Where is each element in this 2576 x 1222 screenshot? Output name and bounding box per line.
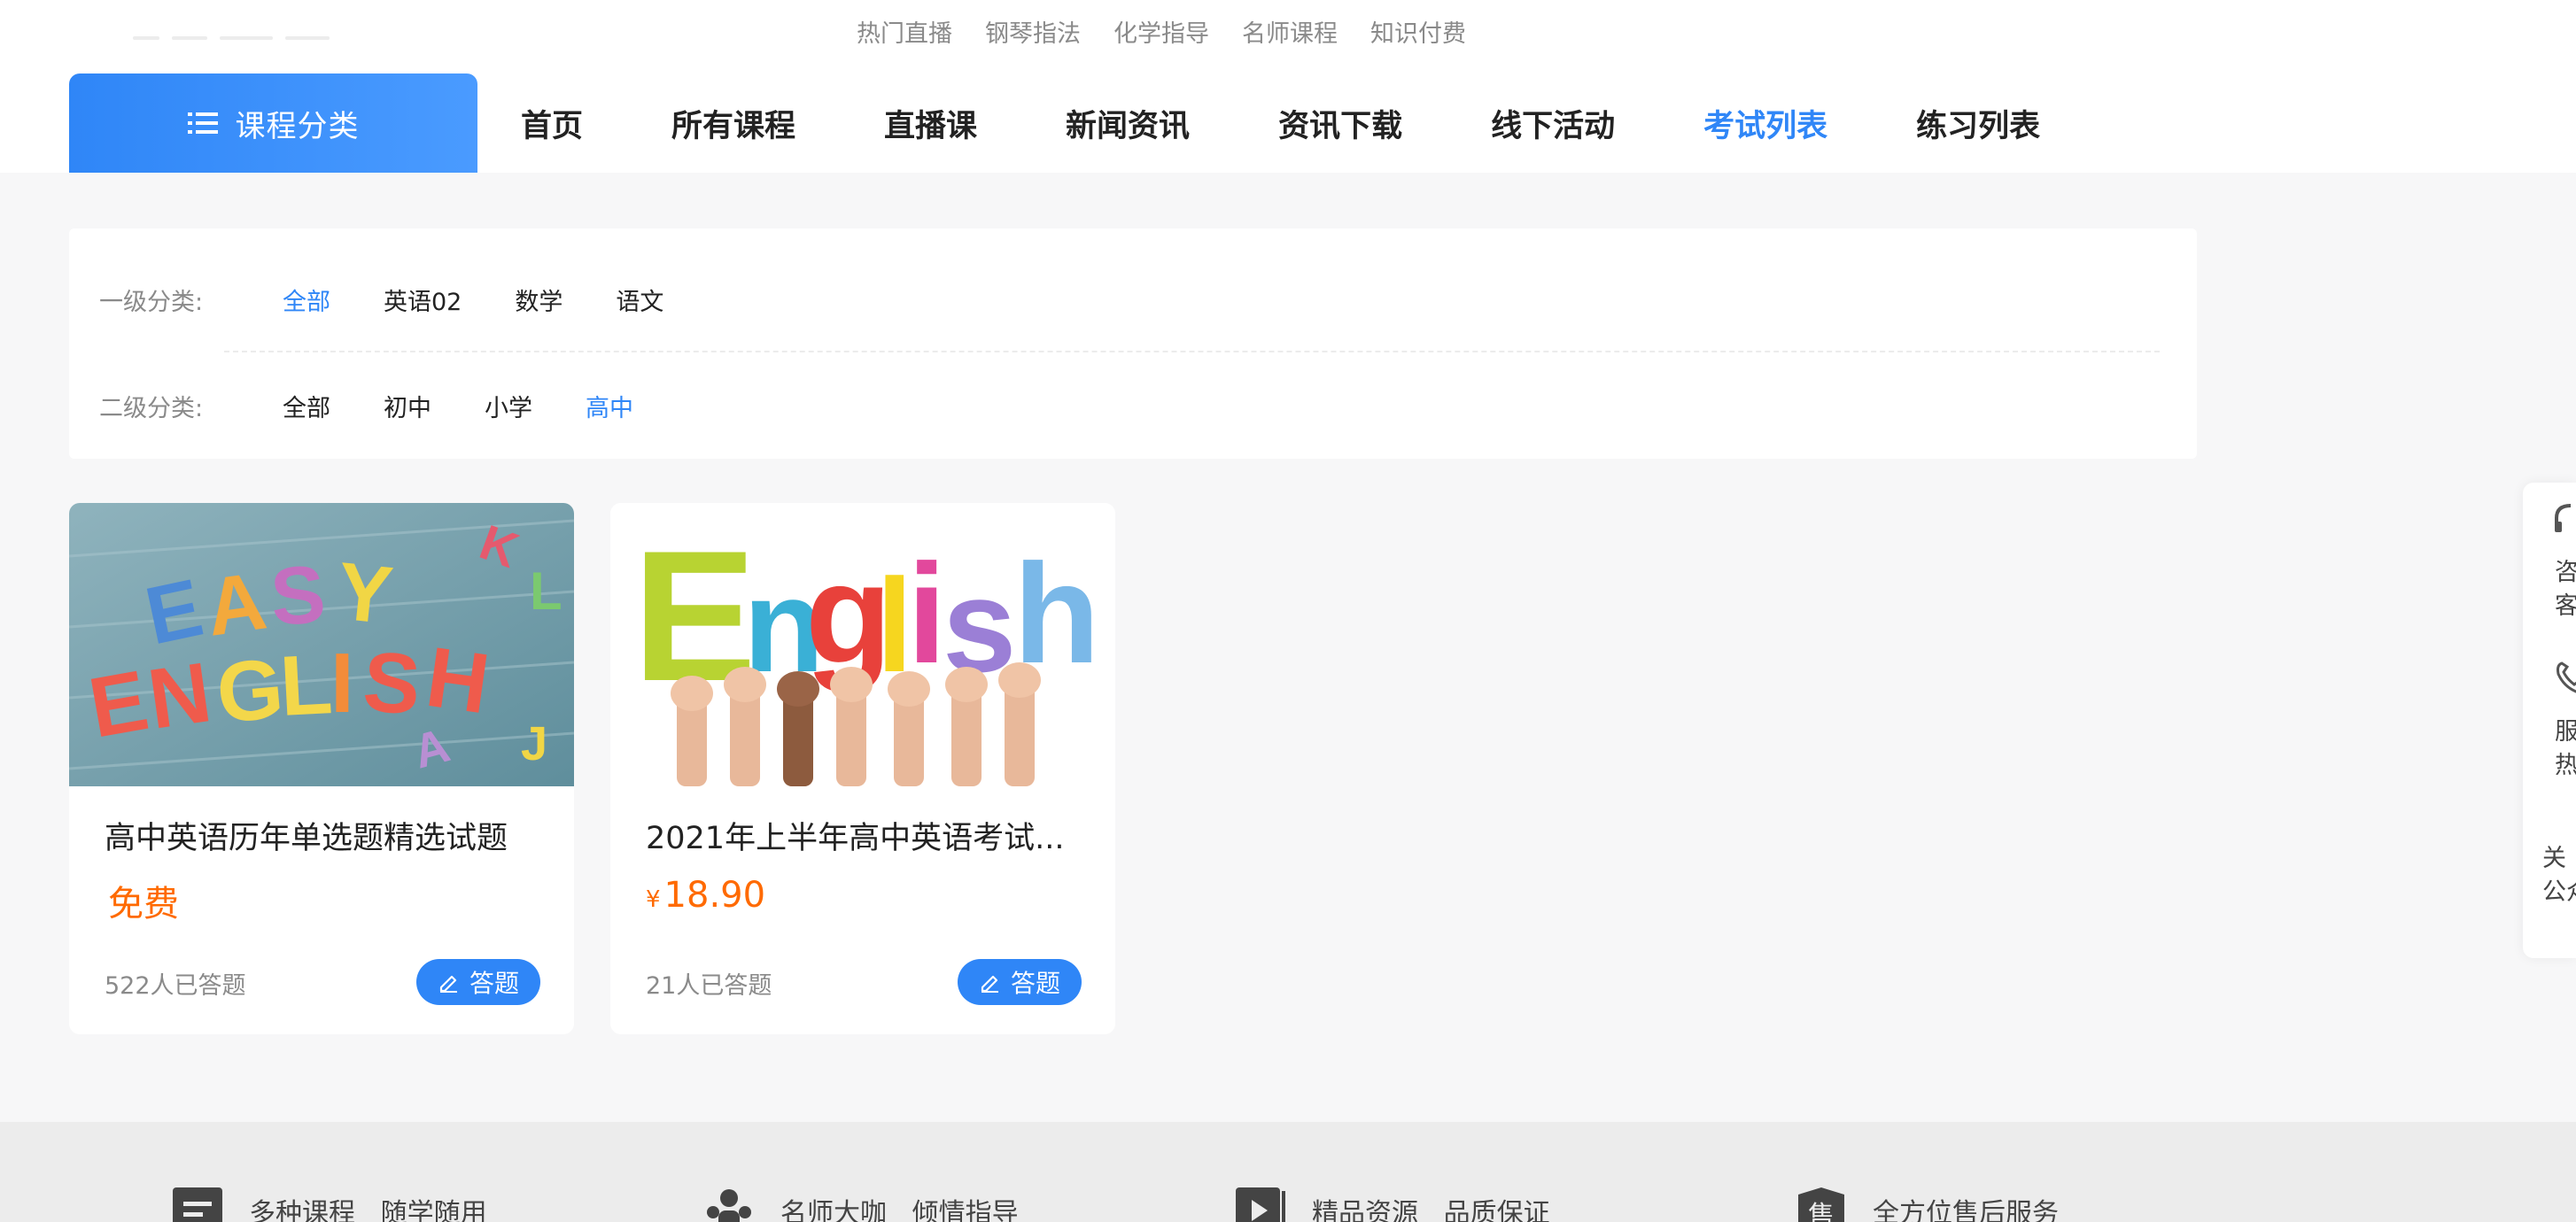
float-item-text[interactable]: 公众 <box>2542 875 2576 910</box>
sale-icon: 售 <box>1798 1187 1844 1222</box>
exam-thumbnail[interactable]: E n g l i s h <box>610 503 1115 786</box>
hot-links: 热门直播 钢琴指法 化学指导 名师课程 知识付费 <box>857 14 1499 49</box>
hot-link[interactable]: 化学指导 <box>1113 14 1209 49</box>
teacher-icon <box>707 1189 751 1222</box>
feature-text: 精品资源 品质保证 <box>1312 1198 1550 1222</box>
filter-label: 一级分类: <box>99 288 204 316</box>
float-item-text[interactable]: 热 <box>2555 748 2576 784</box>
headset-icon[interactable] <box>2553 500 2576 536</box>
exam-thumbnail[interactable]: E A S Y E N G L I S H K L A J <box>69 503 574 786</box>
site-header: 热门直播 钢琴指法 化学指导 名师课程 知识付费 课程分类 首页 所有课程 直播… <box>0 0 2576 173</box>
feature-text: 名师大咖 倾情指导 <box>780 1198 1019 1222</box>
feature-item: 售 全方位售后服务 <box>1795 1186 2059 1222</box>
exam-card[interactable]: E A S Y E N G L I S H K L A J 高中英语历年单选题精… <box>69 503 574 1034</box>
svg-text:N: N <box>143 645 217 747</box>
nav-exams[interactable]: 考试列表 <box>1703 101 1827 146</box>
svg-text:I: I <box>330 636 354 731</box>
easy-english-image: E A S Y E N G L I S H K L A J <box>69 503 574 786</box>
nav-downloads[interactable]: 资讯下载 <box>1278 101 1402 146</box>
nav-live[interactable]: 直播课 <box>884 101 977 146</box>
filter-option[interactable]: 全部 <box>283 282 330 317</box>
filter-option[interactable]: 数学 <box>515 282 563 317</box>
right-float-bar: 咨 客 服 热 关 公众 <box>2523 483 2576 958</box>
exam-card[interactable]: E n g l i s h 2021年上半年高中英语考试... ¥18.90 2… <box>610 503 1115 1034</box>
list-icon <box>173 1187 222 1222</box>
logo-placeholder <box>133 27 345 40</box>
nav-all-courses[interactable]: 所有课程 <box>671 101 795 146</box>
price-value: 免费 <box>108 884 179 924</box>
course-category-label: 课程分类 <box>235 108 360 144</box>
edit-icon <box>439 975 457 993</box>
answer-button-label: 答题 <box>1010 969 1060 998</box>
phone-icon[interactable] <box>2553 660 2576 695</box>
svg-text:H: H <box>421 630 495 732</box>
filter-option[interactable]: 英语02 <box>384 282 462 317</box>
answer-button[interactable]: 答题 <box>958 959 1082 1005</box>
answer-button-label: 答题 <box>469 969 519 998</box>
filter-divider <box>224 351 2160 352</box>
nav-home[interactable]: 首页 <box>521 101 583 146</box>
exam-price: ¥18.90 <box>646 875 765 916</box>
price-value: 18.90 <box>663 875 766 916</box>
svg-text:S: S <box>268 549 328 643</box>
svg-text:L: L <box>530 561 563 621</box>
filter-option[interactable]: 高中 <box>586 389 633 423</box>
nav-news[interactable]: 新闻资讯 <box>1066 101 1190 146</box>
list-icon <box>187 112 218 134</box>
nav-offline[interactable]: 线下活动 <box>1491 101 1615 146</box>
filter-option[interactable]: 初中 <box>384 389 431 423</box>
svg-text:A: A <box>201 556 272 654</box>
filter-row-level2: 二级分类: 全部 初中 小学 高中 <box>99 379 687 432</box>
answer-button[interactable]: 答题 <box>416 959 540 1005</box>
feature-item: 多种课程 随学随用 <box>171 1186 487 1222</box>
filter-row-level1: 一级分类: 全部 英语02 数学 语文 <box>99 273 717 326</box>
float-item-text[interactable]: 客 <box>2555 589 2576 624</box>
exam-price: 免费 <box>105 875 179 926</box>
filter-option[interactable]: 小学 <box>485 389 532 423</box>
feature-text: 全方位售后服务 <box>1873 1198 2059 1222</box>
feature-item: 精品资源 品质保证 <box>1234 1186 1550 1222</box>
price-currency: ¥ <box>646 886 661 913</box>
svg-text:Y: Y <box>333 545 397 641</box>
hot-link[interactable]: 名师课程 <box>1242 14 1338 49</box>
sale-glyph: 售 <box>1808 1201 1835 1222</box>
filter-option[interactable]: 语文 <box>616 282 663 317</box>
hot-link[interactable]: 热门直播 <box>857 14 952 49</box>
exam-title[interactable]: 2021年上半年高中英语考试... <box>646 813 1089 858</box>
svg-text:i: i <box>907 534 946 692</box>
nav-practice[interactable]: 练习列表 <box>1916 101 2040 146</box>
svg-text:L: L <box>277 637 334 734</box>
filter-label: 二级分类: <box>99 394 204 422</box>
course-category-button[interactable]: 课程分类 <box>69 73 477 173</box>
exam-title[interactable]: 高中英语历年单选题精选试题 <box>105 813 547 858</box>
edit-icon <box>981 975 998 993</box>
footer-features: 多种课程 随学随用 名师大咖 倾情指导 精品资源 品质保证 售 全方位售后服务 <box>0 1122 2576 1222</box>
hot-link[interactable]: 知识付费 <box>1370 14 1466 49</box>
float-item-text[interactable]: 关 <box>2542 841 2566 877</box>
answer-count: 522人已答题 <box>105 972 246 1000</box>
hot-link[interactable]: 钢琴指法 <box>985 14 1081 49</box>
answer-count: 21人已答题 <box>646 972 772 1000</box>
svg-text:G: G <box>213 641 288 741</box>
svg-text:S: S <box>361 634 423 732</box>
main-nav: 首页 所有课程 直播课 新闻资讯 资讯下载 线下活动 考试列表 练习列表 <box>521 73 2129 173</box>
float-item-text[interactable]: 服 <box>2555 715 2576 750</box>
english-hands-image: E n g l i s h <box>610 503 1115 786</box>
filter-option[interactable]: 全部 <box>283 389 330 423</box>
svg-text:J: J <box>521 717 547 770</box>
feature-text: 多种课程 随学随用 <box>249 1198 487 1222</box>
feature-item: 名师大咖 倾情指导 <box>702 1186 1019 1222</box>
float-item-text[interactable]: 咨 <box>2555 555 2576 591</box>
play-icon <box>1236 1187 1285 1222</box>
